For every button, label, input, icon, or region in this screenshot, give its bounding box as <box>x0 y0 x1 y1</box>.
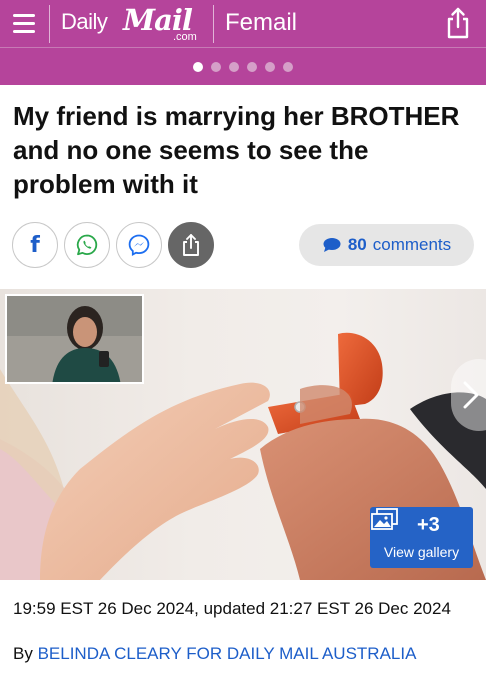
menu-icon[interactable] <box>11 6 37 40</box>
carousel-dot[interactable] <box>193 61 203 72</box>
carousel-dot[interactable] <box>265 61 275 72</box>
comments-label: comments <box>372 235 452 254</box>
facebook-share-button[interactable]: f <box>12 222 58 268</box>
gallery-count: +3 <box>417 514 440 536</box>
share-icon[interactable] <box>444 7 472 39</box>
comment-bubble-icon <box>323 238 341 252</box>
messenger-share-button[interactable] <box>116 222 162 268</box>
byline-prefix: By <box>13 644 33 663</box>
inset-photo <box>5 294 144 384</box>
carousel-dot[interactable] <box>247 61 257 72</box>
whatsapp-icon <box>76 234 98 256</box>
carousel-dot[interactable] <box>211 61 221 72</box>
divider <box>49 5 50 43</box>
comments-count: 80 <box>347 235 367 254</box>
comments-button[interactable]: 80 comments <box>299 224 474 266</box>
daily-mail-logo[interactable]: Daily Mail .com <box>61 3 201 45</box>
share-row: f 80 comments <box>12 222 474 268</box>
messenger-icon <box>128 234 150 257</box>
hero-image[interactable]: +3 View gallery <box>0 289 486 580</box>
share-icon <box>183 234 199 256</box>
gallery-icon <box>371 508 398 530</box>
whatsapp-share-button[interactable] <box>64 222 110 268</box>
facebook-icon: f <box>30 232 40 258</box>
carousel-dot[interactable] <box>229 61 239 72</box>
section-title[interactable]: Femail <box>225 9 297 37</box>
view-gallery-button[interactable]: +3 View gallery <box>370 507 473 568</box>
gallery-label: View gallery <box>383 544 460 560</box>
top-header: Daily Mail .com Femail <box>0 0 486 47</box>
divider <box>213 5 214 43</box>
chevron-right-icon <box>463 381 479 409</box>
next-image-button[interactable] <box>451 359 486 431</box>
carousel-dots <box>0 47 486 85</box>
article-headline: My friend is marrying her BROTHER and no… <box>13 101 460 199</box>
share-button[interactable] <box>168 222 214 268</box>
carousel-dot[interactable] <box>283 61 293 72</box>
author-link[interactable]: BELINDA CLEARY FOR DAILY MAIL AUSTRALIA <box>38 644 417 663</box>
article-dateline: 19:59 EST 26 Dec 2024, updated 21:27 EST… <box>13 599 451 618</box>
article-byline: By BELINDA CLEARY FOR DAILY MAIL AUSTRAL… <box>13 644 416 664</box>
